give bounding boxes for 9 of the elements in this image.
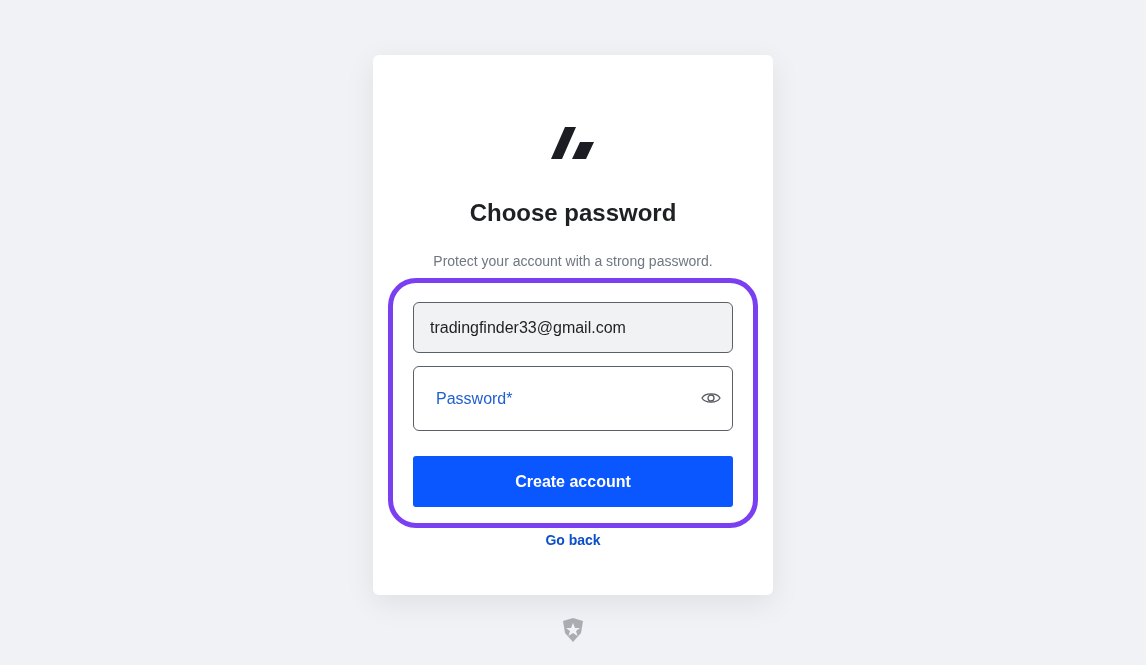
show-password-icon[interactable] [701,391,721,405]
logo-icon [551,127,595,159]
subtitle: Protect your account with a strong password. [433,252,713,271]
create-account-button[interactable]: Create account [413,456,733,507]
password-field[interactable]: Password* [413,366,733,431]
page-title: Choose password [469,198,677,228]
go-back-link[interactable]: Go back [545,530,601,551]
email-field[interactable]: tradingfinder33@gmail.com [413,302,733,353]
shield-star-icon [561,617,585,643]
